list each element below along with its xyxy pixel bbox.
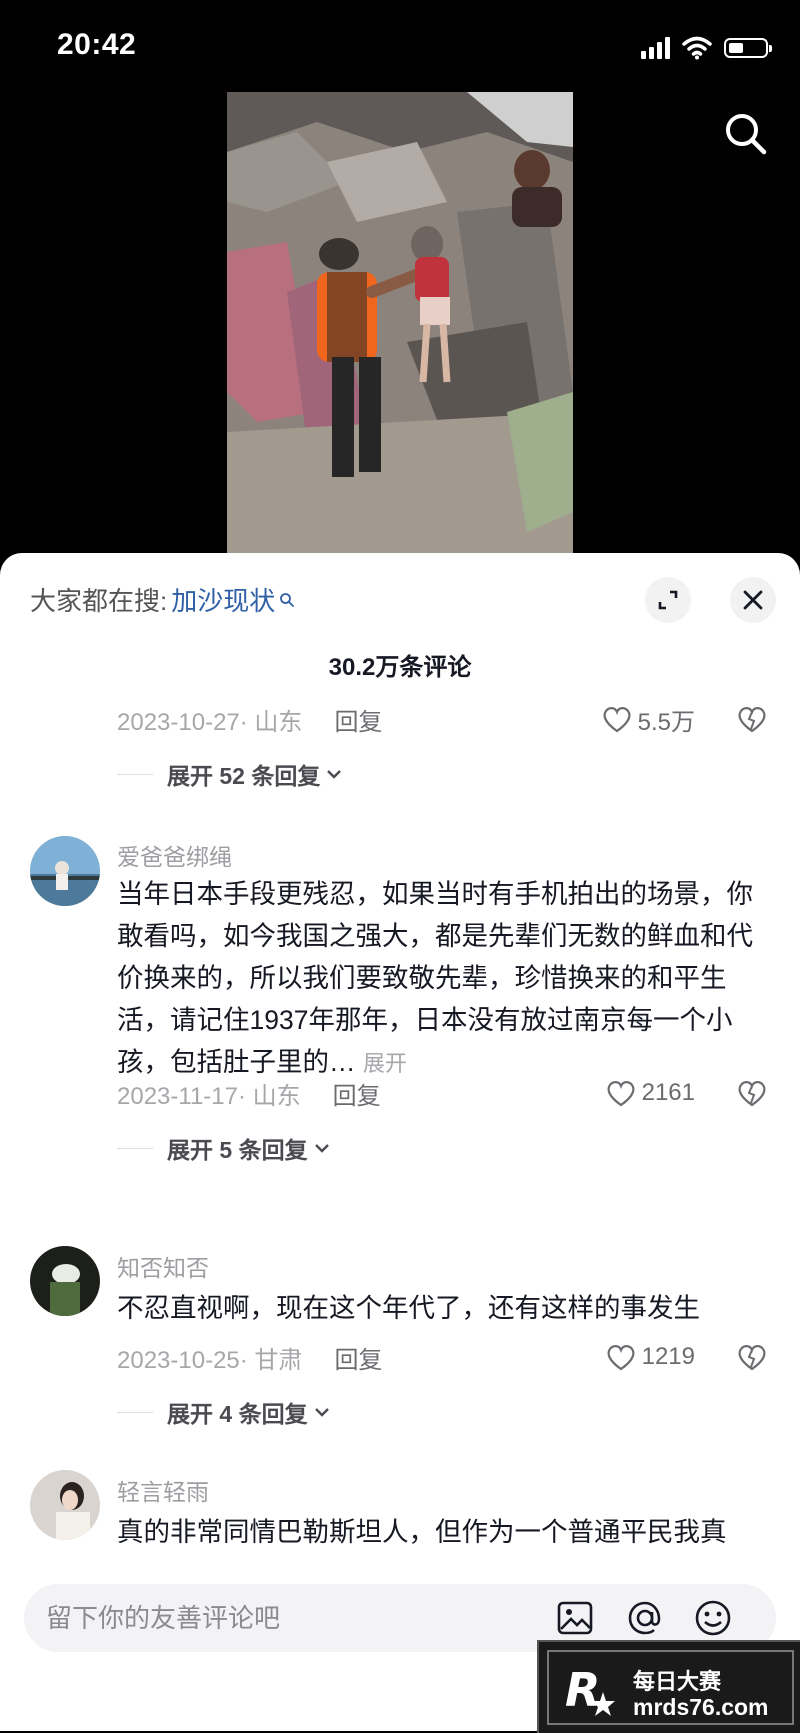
chevron-down-icon — [314, 1408, 329, 1417]
like-count: 1219 — [641, 1343, 695, 1370]
svg-text:R: R — [565, 1663, 600, 1717]
expand-replies-label: 展开 4 条回复 — [167, 1401, 308, 1427]
heart-icon — [607, 1345, 635, 1371]
comment-input-placeholder: 留下你的友善评论吧 — [46, 1603, 281, 1633]
mention-icon[interactable] — [624, 1597, 666, 1639]
comment-date-location: 2023-10-27· 山东 — [117, 708, 303, 736]
comment-sheet: 大家都在搜: 加沙现状 30.2万条评论 2023-10-27· 山东 回复 5… — [0, 553, 800, 1731]
cellular-signal-icon — [641, 37, 670, 59]
expand-replies-label: 展开 5 条回复 — [167, 1137, 308, 1163]
video-frame-image — [227, 92, 573, 554]
search-icon — [280, 592, 295, 607]
trending-search[interactable]: 大家都在搜: 加沙现状 — [30, 581, 295, 618]
comment-body: 真的非常同情巴勒斯坦人，但作为一个普通平民我真 — [117, 1517, 727, 1547]
like-count: 5.5万 — [637, 708, 695, 736]
broken-heart-icon[interactable] — [737, 1343, 767, 1371]
expand-replies-button[interactable]: 展开 5 条回复 — [117, 1131, 330, 1165]
emoji-icon[interactable] — [692, 1597, 734, 1639]
watermark-logo: R — [565, 1663, 615, 1717]
comment-username[interactable]: 轻言轻雨 — [117, 1473, 209, 1507]
comment-body: 当年日本手段更残忍，如果当时有手机拍出的场景，你敢看吗，如今我国之强大，都是先辈… — [117, 879, 753, 1077]
heart-icon — [603, 707, 631, 733]
comment-text: 真的非常同情巴勒斯坦人，但作为一个普通平民我真 — [117, 1511, 777, 1553]
status-icons — [641, 36, 772, 60]
heart-icon — [607, 1081, 635, 1107]
comment-text: 不忍直视啊，现在这个年代了，还有这样的事发生 — [117, 1287, 777, 1329]
comment-username[interactable]: 爱爸爸绑绳 — [117, 838, 232, 872]
search-icon[interactable] — [722, 110, 770, 158]
comment-meta: 2023-10-25· 甘肃 回复 1219 — [117, 1339, 767, 1375]
trending-prefix: 大家都在搜: — [30, 586, 168, 616]
expand-replies-button[interactable]: 展开 4 条回复 — [117, 1395, 330, 1429]
like-button[interactable]: 2161 — [606, 1079, 695, 1107]
like-count: 2161 — [641, 1079, 695, 1106]
comment-body: 不忍直视啊，现在这个年代了，还有这样的事发生 — [117, 1293, 700, 1323]
watermark-url: mrds76.com — [633, 1694, 769, 1720]
like-button[interactable]: 5.5万 — [602, 702, 695, 737]
video-player[interactable] — [227, 92, 573, 554]
chevron-down-icon — [314, 1144, 329, 1153]
expand-icon — [658, 590, 678, 610]
watermark-title: 每日大赛 — [633, 1669, 722, 1694]
comment-count: 30.2万条评论 — [328, 654, 472, 681]
expand-replies-label: 展开 52 条回复 — [167, 763, 321, 789]
avatar[interactable] — [30, 836, 100, 906]
like-button[interactable]: 1219 — [606, 1343, 695, 1371]
comment-meta: 2023-11-17· 山东 回复 2161 — [117, 1075, 767, 1111]
reply-button[interactable]: 回复 — [334, 1340, 382, 1375]
status-bar: 20:42 — [0, 0, 800, 92]
close-button[interactable] — [730, 577, 776, 623]
reply-button[interactable]: 回复 — [333, 1076, 381, 1111]
reply-button[interactable]: 回复 — [334, 702, 382, 737]
wifi-icon — [682, 36, 712, 60]
trending-keyword[interactable]: 加沙现状 — [171, 581, 275, 618]
expand-fullscreen-button[interactable] — [645, 577, 691, 623]
comment-meta: 2023-10-27· 山东 回复 5.5万 — [117, 701, 767, 737]
comment-date-location: 2023-10-25· 甘肃 — [117, 1346, 303, 1374]
status-time: 20:42 — [57, 28, 137, 61]
battery-level — [729, 43, 743, 53]
avatar[interactable] — [30, 1246, 100, 1316]
broken-heart-icon[interactable] — [737, 705, 767, 733]
expand-replies-button[interactable]: 展开 52 条回复 — [117, 757, 342, 791]
battery-icon — [724, 38, 772, 58]
chevron-down-icon — [327, 770, 342, 779]
avatar[interactable] — [30, 1470, 100, 1540]
watermark: R 每日大赛 mrds76.com — [537, 1640, 800, 1733]
broken-heart-icon[interactable] — [737, 1079, 767, 1107]
image-icon[interactable] — [554, 1597, 596, 1639]
comment-text: 当年日本手段更残忍，如果当时有手机拍出的场景，你敢看吗，如今我国之强大，都是先辈… — [117, 873, 777, 1085]
expand-text-link[interactable]: 展开 — [363, 1051, 407, 1076]
close-icon — [743, 590, 763, 610]
comment-date-location: 2023-11-17· 山东 — [117, 1082, 301, 1110]
comment-username[interactable]: 知否知否 — [117, 1249, 209, 1283]
